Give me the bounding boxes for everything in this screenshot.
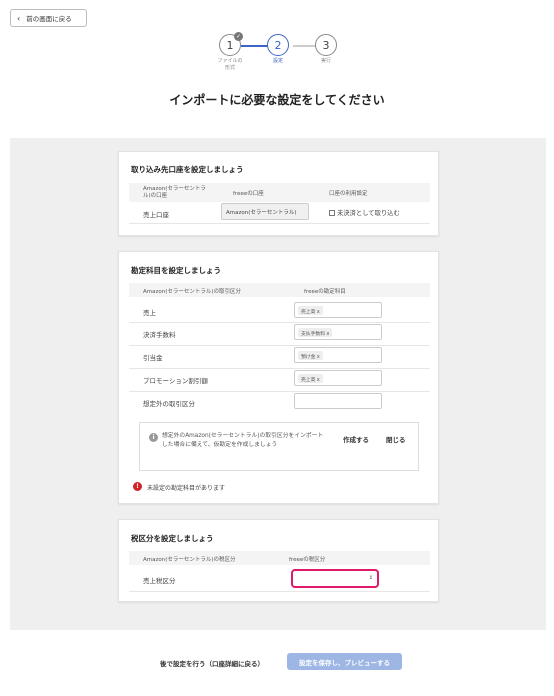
header-amazon-category: Amazon(セラーセントラル)の取引区分	[143, 289, 242, 295]
sales-account-select[interactable]: Amazon(セラーセントラル)	[221, 203, 309, 220]
step-2-circle: 2	[267, 34, 289, 56]
divider	[129, 223, 430, 224]
category-select[interactable]: 預け金 x	[294, 347, 382, 363]
category-card-title: 勘定科目を設定しましょう	[131, 266, 221, 275]
configure-later-link[interactable]: 後で設定を行う（口座詳細に戻る）	[160, 658, 264, 668]
category-tag: 預け金 x	[298, 351, 323, 360]
tax-card-title: 税区分を設定しましょう	[131, 534, 214, 543]
warning-icon: !	[133, 482, 142, 491]
tax-table-header: Amazon(セラーセントラル)の税区分 freeeの税区分	[129, 551, 430, 565]
save-preview-button[interactable]: 設定を保存し、プレビューする	[287, 653, 402, 670]
category-row-label: 決済手数料	[143, 331, 176, 339]
step-1-number: 1	[226, 38, 234, 52]
header-account-usage: 口座の利用設定	[329, 191, 368, 197]
header-amazon-tax: Amazon(セラーセントラル)の税区分	[143, 557, 236, 563]
divider	[129, 345, 430, 346]
category-row-label: プロモーション割引額	[143, 377, 208, 385]
step-3-circle: 3	[315, 34, 337, 56]
check-icon: ✓	[234, 32, 243, 41]
step-3: 3 実行	[308, 34, 344, 65]
divider	[129, 591, 430, 592]
unset-category-warning: 未設定の勘定科目があります	[147, 485, 226, 492]
header-freee-account: freeeの口座	[233, 191, 264, 197]
page-title: インポートに必要な設定をしてください	[169, 93, 385, 107]
account-table-header: Amazon(セラーセントラル)の口座 freeeの口座 口座の利用設定	[129, 183, 430, 202]
step-3-label: 実行	[320, 58, 331, 64]
chevron-updown-icon: ↕	[368, 575, 373, 581]
header-freee-category: freeeの勘定科目	[304, 289, 346, 295]
close-notice-button[interactable]: 閉じる	[386, 434, 406, 444]
notice-text: 想定外のAmazon(セラーセントラル)の取引区分をインポートした場合に備えて、…	[162, 433, 324, 448]
chevron-left-icon: ‹	[17, 13, 21, 23]
step-2-number: 2	[274, 38, 282, 52]
step-3-number: 3	[322, 38, 330, 52]
sales-tax-label: 売上税区分	[143, 577, 176, 585]
divider	[129, 368, 430, 369]
step-2-label: 設定	[272, 58, 283, 64]
sales-account-select-value: Amazon(セラーセントラル)	[226, 210, 297, 216]
category-row-label: 想定外の取引区分	[143, 400, 195, 408]
stepper: 1 ✓ ファイルの 形式 2 設定 3 実行	[212, 32, 348, 84]
account-card-title: 取り込み先口座を設定しましょう	[131, 165, 244, 174]
account-card: 取り込み先口座を設定しましょう Amazon(セラーセントラル)の口座 free…	[118, 151, 439, 236]
step-2: 2 設定	[260, 34, 296, 65]
category-row-label: 売上	[143, 309, 156, 317]
unsettled-checkbox[interactable]	[329, 209, 335, 216]
unsettled-checkbox-row[interactable]: 未決済として取り込む	[329, 208, 400, 217]
category-select[interactable]: 売上高 x	[294, 370, 382, 386]
category-select-empty[interactable]	[294, 393, 382, 409]
category-tag: 売上高 x	[298, 306, 323, 315]
step-1-label: ファイルの 形式	[217, 58, 243, 71]
info-icon: i	[149, 433, 158, 442]
unsettled-checkbox-label: 未決済として取り込む	[337, 210, 400, 217]
header-freee-tax: freeeの税区分	[289, 557, 326, 563]
tax-card: 税区分を設定しましょう Amazon(セラーセントラル)の税区分 freeeの税…	[118, 519, 439, 602]
sales-tax-select[interactable]: ↕	[291, 569, 379, 588]
category-row-label: 引当金	[143, 354, 163, 362]
category-card: 勘定科目を設定しましょう Amazon(セラーセントラル)の取引区分 freee…	[118, 251, 439, 504]
category-table-header: Amazon(セラーセントラル)の取引区分 freeeの勘定科目	[129, 283, 430, 297]
back-button-label: 前の画面に戻る	[26, 15, 72, 23]
step-1: 1 ✓ ファイルの 形式	[212, 32, 248, 71]
suspense-account-notice: i 想定外のAmazon(セラーセントラル)の取引区分をインポートした場合に備え…	[139, 422, 419, 471]
back-button[interactable]: ‹ 前の画面に戻る	[10, 9, 87, 27]
create-suspense-button[interactable]: 作成する	[343, 434, 369, 444]
step-1-circle: 1 ✓	[219, 32, 243, 56]
category-select[interactable]: 売上高 x	[294, 302, 382, 318]
header-amazon-account: Amazon(セラーセントラル)の口座	[143, 186, 206, 200]
category-tag: 支払手数料 x	[298, 328, 333, 337]
sales-account-label: 売上口座	[143, 211, 169, 219]
category-tag: 売上高 x	[298, 374, 323, 383]
category-select[interactable]: 支払手数料 x	[294, 324, 382, 340]
divider	[129, 322, 430, 323]
divider	[129, 391, 430, 392]
